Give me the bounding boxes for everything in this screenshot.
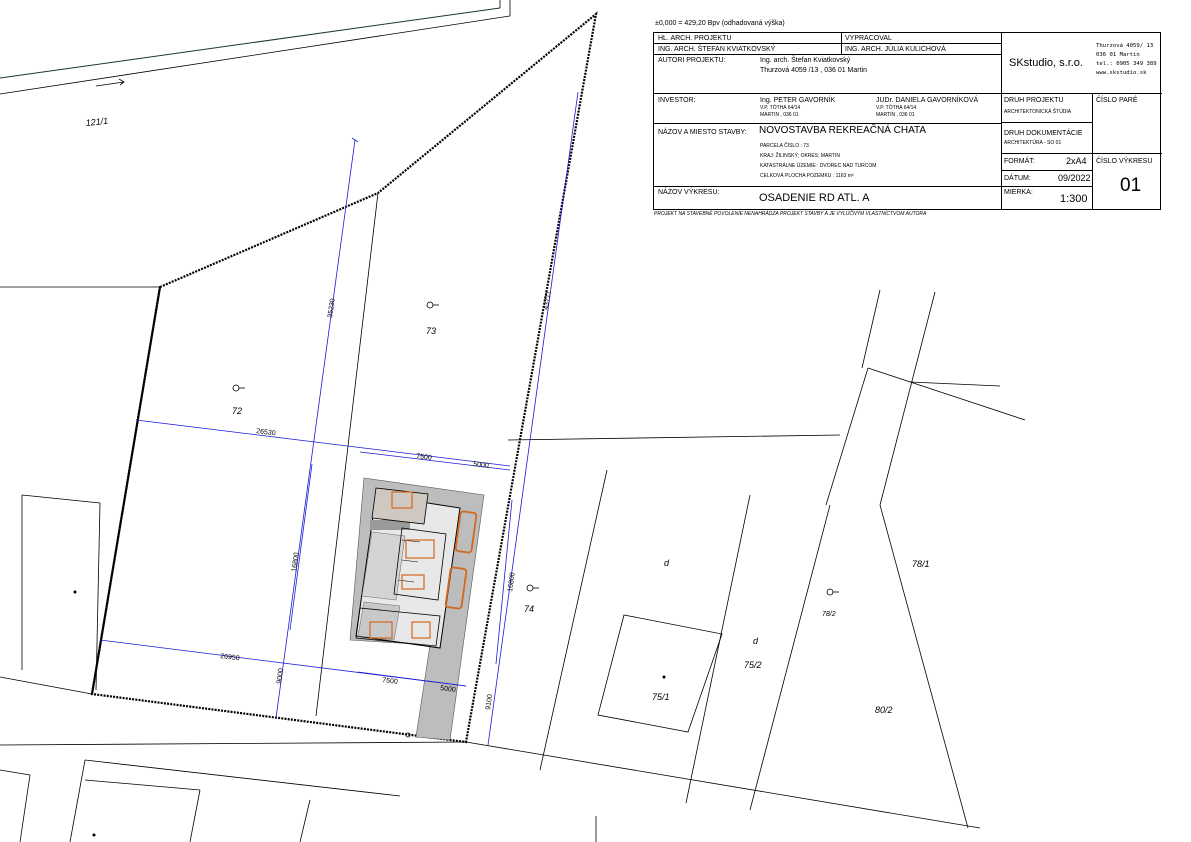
- dim-26530: 26530: [256, 428, 276, 437]
- druh-projektu-label: DRUH PROJEKTU: [1004, 97, 1064, 104]
- cislo-vykresu-label: ČÍSLO VÝKRESU: [1096, 158, 1153, 165]
- company-name: SKstudio, s.r.o.: [1009, 57, 1083, 69]
- druh-dokumentacie-label: DRUH DOKUMENTÁCIE: [1004, 130, 1083, 137]
- parcel-78-1: 78/1: [912, 559, 930, 569]
- hl-arch-label: HL. ARCH. PROJEKTU: [658, 35, 732, 42]
- dim-7500-bottom: 7500: [382, 677, 398, 686]
- dim-26950: 26950: [220, 653, 240, 662]
- cislo-vykresu-value: 01: [1120, 175, 1142, 196]
- format-value: 2xA4: [1066, 156, 1087, 166]
- dim-43711: 43711: [543, 290, 553, 310]
- druh-dokumentacie-value: ARCHITEKTÚRA - SO 01: [1004, 140, 1062, 146]
- dimension-lines: [99, 91, 579, 746]
- parcela-info: PARCELA ČÍSLO : 73: [760, 143, 809, 149]
- autori-address: Thurzová 4059 /13 , 036 01 Martin: [760, 67, 868, 74]
- parcel-74: 74: [524, 604, 534, 614]
- parcel-d-2: d: [753, 636, 759, 646]
- investor2-addr2: MARTIN , 036 01: [876, 112, 915, 118]
- title-block-footer: PROJEKT NA STAVEBNÉ POVOLENIE NENAHRÁDZA…: [654, 211, 927, 217]
- plocha-info: CELKOVÁ PLOCHA POZEMKU : 1163 m²: [760, 173, 854, 179]
- company-address-1: Thurzová 4059/ 13: [1096, 43, 1154, 49]
- height-reference-note: ±0,000 = 429,20 Bpv (odhadovaná výška): [655, 20, 785, 27]
- company-phone: tel.: 0905 349 389: [1096, 61, 1157, 67]
- kraj-info: KRAJ: ŽILINSKÝ; OKRES: MARTIN: [760, 153, 840, 159]
- road-121-1: [0, 0, 511, 95]
- company-web: www.skstudio.sk: [1096, 70, 1147, 76]
- parcel-73: 73: [426, 326, 436, 336]
- nazov-stavby-value: NOVOSTAVBA REKREAČNÁ CHATA: [759, 125, 927, 136]
- dim-7500-top: 7500: [416, 453, 432, 462]
- parcel-72: 72: [232, 406, 242, 416]
- parcel-80-2: 80/2: [875, 705, 893, 715]
- autori-label: AUTORI PROJEKTU:: [658, 57, 726, 64]
- investor1-addr1: V.P. TÓTHA 64/14: [760, 105, 801, 111]
- mierka-value: 1:300: [1060, 193, 1088, 205]
- plot-boundary: [90, 11, 598, 744]
- parcel-121-1: 121/1: [85, 116, 108, 128]
- cadastral-lines: [0, 192, 1026, 842]
- autori-name: Ing. arch. Štefan Kviatkovský: [760, 57, 851, 64]
- dim-16800-right: 16800: [507, 572, 517, 592]
- nazov-vykresu-value: OSADENIE RD ATL. A: [759, 192, 870, 204]
- investor1-name: Ing. PETER GAVORNÍK: [760, 97, 836, 104]
- dim-9000: 9000: [276, 668, 285, 685]
- cislo-pare-label: ČÍSLO PARÉ: [1096, 97, 1138, 104]
- nazov-vykresu-label: NÁZOV VÝKRESU:: [658, 189, 720, 196]
- parcel-d-1: d: [664, 558, 670, 568]
- parcel-75-2: 75/2: [744, 660, 762, 670]
- dim-5000-top: 5000: [473, 461, 489, 470]
- investor2-addr1: V.P. TÓTHA 64/14: [876, 105, 917, 111]
- parcel-78-2: 78/2: [822, 611, 836, 618]
- title-block: HL. ARCH. PROJEKTU VYPRACOVAL ING. ARCH.…: [653, 32, 1162, 210]
- format-label: FORMÁT:: [1004, 158, 1035, 165]
- nazov-stavby-label: NÁZOV A MIESTO STAVBY:: [658, 129, 747, 136]
- investor-label: INVESTOR:: [658, 97, 696, 104]
- investor1-addr2: MARTIN , 036 01: [760, 112, 799, 118]
- dim-35230: 35230: [327, 298, 337, 318]
- vypracoval-name: ING. ARCH. JÚLIA KULICHOVÁ: [845, 46, 946, 53]
- investor2-name: JUDr. DANIELA GAVORNÍKOVÁ: [876, 97, 979, 104]
- hl-arch-name: ING. ARCH. ŠTEFAN KVIATKOVSKÝ: [658, 46, 776, 53]
- dim-16800-left: 16800: [291, 552, 301, 572]
- druh-projektu-value: ARCHITEKTONICKÁ ŠTÚDIA: [1004, 109, 1072, 115]
- datum-value: 09/2022: [1058, 173, 1091, 183]
- company-address-2: 036 01 Martin: [1096, 52, 1140, 58]
- vypracoval-label: VYPRACOVAL: [845, 35, 892, 42]
- parcel-75-1: 75/1: [652, 692, 670, 702]
- katastralne-info: KATASTRÁLNE ÚZEMIE : DVOREC NAD TURCOM: [760, 163, 877, 169]
- mierka-label: MIERKA:: [1004, 189, 1033, 196]
- datum-label: DÁTUM:: [1004, 175, 1031, 182]
